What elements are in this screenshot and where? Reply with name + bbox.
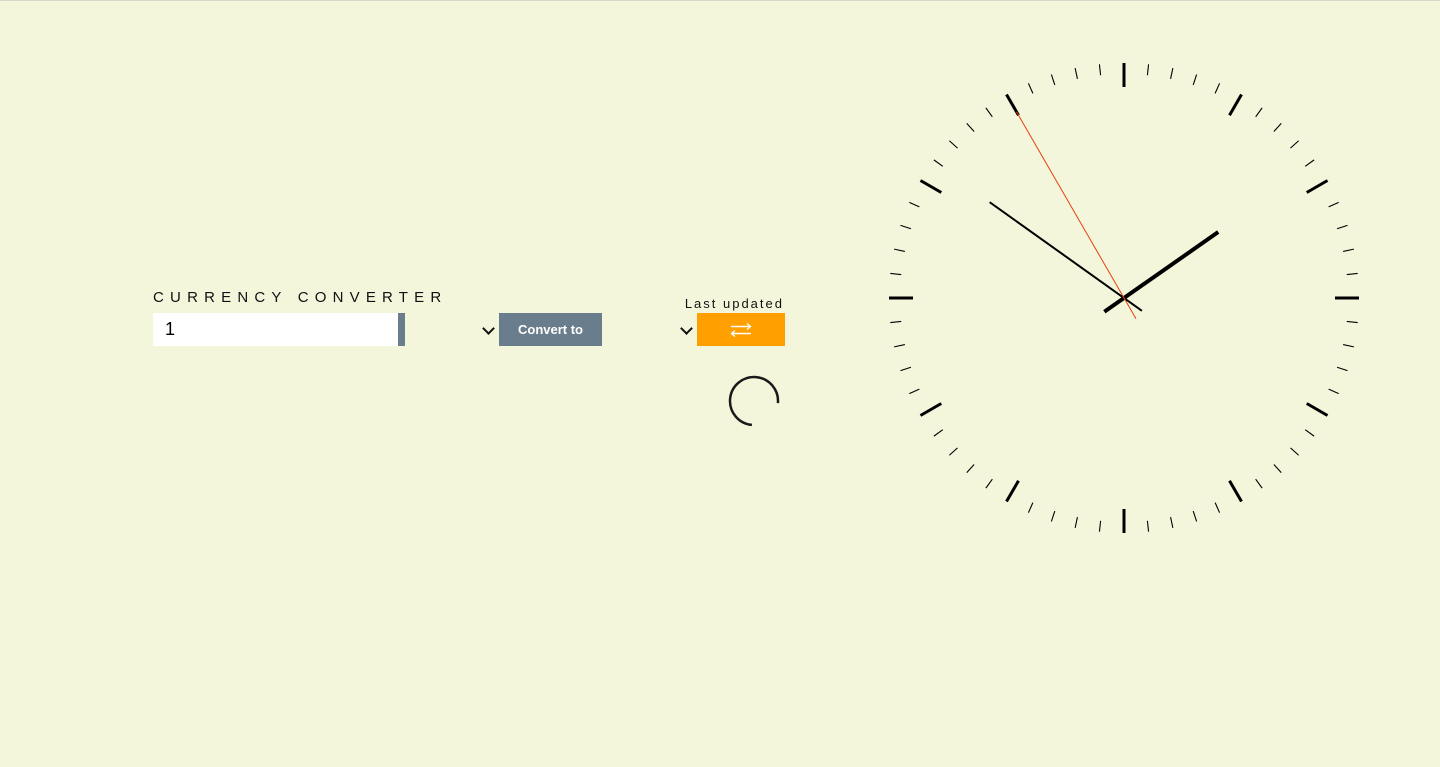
second-hand — [1016, 111, 1137, 320]
swap-arrows-icon — [730, 322, 752, 337]
minute-tick — [948, 447, 958, 456]
minute-tick — [1328, 201, 1339, 208]
minute-tick — [1342, 248, 1354, 252]
minute-tick — [1255, 478, 1263, 489]
minute-tick — [1192, 74, 1198, 86]
minute-tick — [985, 107, 993, 118]
hour-tick — [1305, 402, 1329, 417]
last-updated-label: Last updated — [684, 296, 784, 311]
minute-tick — [894, 248, 906, 252]
minute-tick — [1027, 83, 1034, 94]
hour-tick — [1228, 479, 1243, 503]
minute-tick — [1328, 388, 1339, 395]
hour-tick — [1005, 479, 1020, 503]
minute-tick — [1336, 224, 1348, 230]
minute-tick — [1342, 344, 1354, 348]
minute-tick — [909, 201, 920, 208]
minute-tick — [966, 122, 975, 132]
minute-tick — [1304, 159, 1315, 167]
minute-tick — [1170, 516, 1174, 528]
minute-tick — [933, 429, 944, 437]
minute-tick — [1273, 122, 1282, 132]
minute-tick — [890, 272, 902, 276]
input-divider — [398, 313, 405, 346]
minute-tick — [1098, 520, 1102, 532]
hour-tick — [919, 402, 943, 417]
hour-tick — [1228, 93, 1243, 117]
minute-tick — [1346, 320, 1358, 324]
minute-tick — [1050, 74, 1056, 86]
minute-tick — [900, 366, 912, 372]
minute-tick — [1346, 272, 1358, 276]
chevron-down-icon — [482, 322, 495, 335]
page: CURRENCY CONVERTER Last updated Convert … — [0, 0, 1440, 767]
minute-tick — [1050, 510, 1056, 522]
minute-tick — [933, 159, 944, 167]
minute-tick — [1273, 464, 1282, 474]
amount-input[interactable] — [153, 313, 398, 346]
to-currency-select[interactable] — [602, 313, 697, 346]
converter-title: CURRENCY CONVERTER — [153, 289, 448, 306]
minute-tick — [1192, 510, 1198, 522]
hour-tick — [1305, 179, 1329, 194]
minute-hand — [989, 201, 1143, 312]
minute-tick — [985, 478, 993, 489]
minute-tick — [1098, 64, 1102, 76]
minute-tick — [1255, 107, 1263, 118]
minute-tick — [1290, 447, 1300, 456]
minute-tick — [1146, 64, 1150, 76]
minute-tick — [966, 464, 975, 474]
minute-tick — [1214, 502, 1221, 513]
minute-tick — [894, 344, 906, 348]
minute-tick — [1214, 83, 1221, 94]
minute-tick — [900, 224, 912, 230]
minute-tick — [1290, 140, 1300, 149]
converter-controls: Convert to — [152, 313, 785, 346]
minute-tick — [1170, 68, 1174, 80]
minute-tick — [948, 140, 958, 149]
swap-currencies-button[interactable] — [697, 313, 785, 346]
hour-tick — [919, 179, 943, 194]
from-currency-select[interactable] — [405, 313, 499, 346]
loading-spinner-icon — [728, 375, 780, 427]
minute-tick — [1074, 68, 1078, 80]
analog-clock — [889, 63, 1359, 533]
minute-tick — [1074, 516, 1078, 528]
minute-tick — [909, 388, 920, 395]
hour-hand — [1103, 230, 1220, 314]
convert-to-button[interactable]: Convert to — [499, 313, 602, 346]
minute-tick — [1304, 429, 1315, 437]
minute-tick — [1146, 520, 1150, 532]
minute-tick — [1027, 502, 1034, 513]
chevron-down-icon — [680, 322, 693, 335]
minute-tick — [890, 320, 902, 324]
minute-tick — [1336, 366, 1348, 372]
